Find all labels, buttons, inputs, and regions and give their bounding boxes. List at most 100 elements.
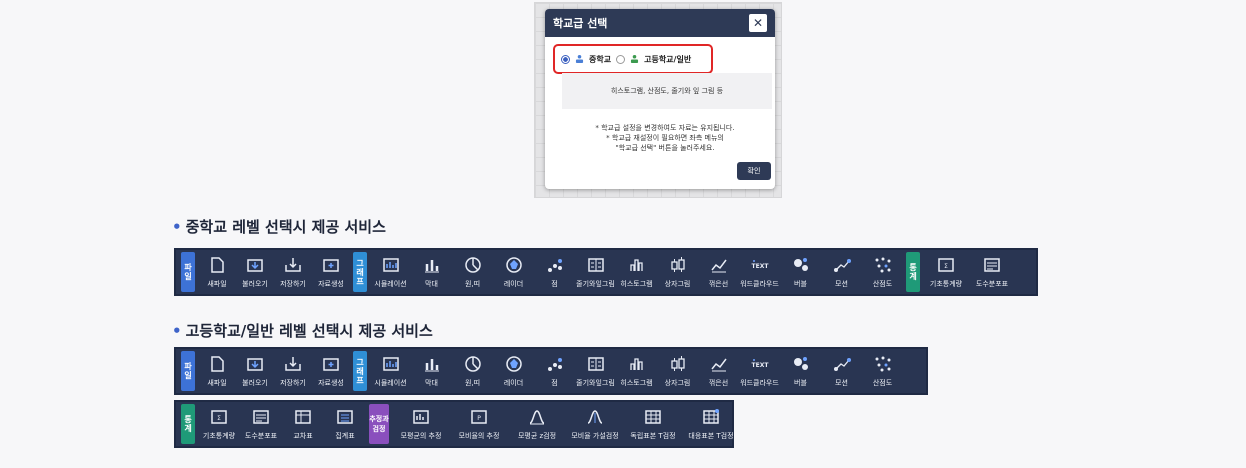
tool-icon xyxy=(323,357,339,371)
tool-graph-9[interactable]: TEXT 워드클라우드 xyxy=(739,250,780,294)
tool-file-1[interactable]: 불러오기 xyxy=(236,349,274,393)
tool-icon xyxy=(875,356,890,371)
tool-icon: TEXT xyxy=(751,358,769,369)
tool-icon xyxy=(645,409,661,424)
tool-est-5[interactable]: 대응표본 T검정 xyxy=(682,402,740,446)
tool-icon xyxy=(793,257,808,271)
tool-graph-2[interactable]: 원,띠 xyxy=(452,349,493,393)
tool-graph-0[interactable]: 시뮬레이션 xyxy=(370,349,411,393)
tool-stat-0[interactable]: Σ 기초통계량 xyxy=(198,402,240,446)
tool-icon xyxy=(833,258,851,272)
tool-graph-11[interactable]: 모션 xyxy=(821,250,862,294)
group-tag-est: 추정과검정 xyxy=(369,404,389,444)
tool-label: 교차표 xyxy=(293,431,313,440)
radio-middle-school[interactable] xyxy=(561,54,570,64)
tool-stat-1[interactable]: 도수분포표 xyxy=(969,250,1015,294)
tool-graph-8[interactable]: 꺾은선 xyxy=(698,349,739,393)
tool-stat-3[interactable]: 집계표 xyxy=(324,402,366,446)
blue-person-icon xyxy=(575,55,584,63)
tool-label: 모평균의 추정 xyxy=(400,431,442,440)
tool-file-0[interactable]: 새파일 xyxy=(198,349,236,393)
toolbar-group-graph: 그래프 시뮬레이션 막대 원,띠 레이더 점 줄기와잎그림 히스토그램 상자그림 꺾은선 TEXT 워… xyxy=(350,349,903,393)
toolbar-high: 파일 새파일 불러오기 저장하기 자료생성 그래프 시뮬레이션 막대 원,띠 레이더 점 줄기와잎그림… xyxy=(174,347,928,395)
tool-graph-3[interactable]: 레이더 xyxy=(493,349,534,393)
tool-stat-2[interactable]: 교차표 xyxy=(282,402,324,446)
tool-icon xyxy=(285,356,301,371)
tool-graph-4[interactable]: 점 xyxy=(534,250,575,294)
tool-icon xyxy=(703,408,719,424)
toolbar-high-stats: 통계 Σ 기초통계량 도수분포표 교차표 집계표 추정과검정 모평균의 추정 P 모비율의 추정 모… xyxy=(174,400,734,448)
tool-label: 시뮬레이션 xyxy=(374,279,407,288)
tool-graph-11[interactable]: 모션 xyxy=(821,349,862,393)
tool-graph-8[interactable]: 꺾은선 xyxy=(698,250,739,294)
tool-label: 모평균 z검정 xyxy=(517,431,557,440)
tool-icon: TEXT xyxy=(751,259,769,270)
tool-est-4[interactable]: 독립표본 T검정 xyxy=(624,402,682,446)
tool-icon: P xyxy=(471,409,487,424)
tool-icon xyxy=(295,409,311,424)
tool-file-2[interactable]: 저장하기 xyxy=(274,349,312,393)
tool-icon xyxy=(587,356,604,371)
tool-label: 워드클라우드 xyxy=(740,279,779,288)
tool-icon: Σ xyxy=(938,257,954,272)
tool-graph-10[interactable]: 버블 xyxy=(780,250,821,294)
tool-file-0[interactable]: 새파일 xyxy=(198,250,236,294)
tool-label: 모비율의 추정 xyxy=(458,431,500,440)
tool-graph-2[interactable]: 원,띠 xyxy=(452,250,493,294)
tool-graph-12[interactable]: 산점도 xyxy=(862,349,903,393)
tool-est-1[interactable]: P 모비율의 추정 xyxy=(450,402,508,446)
tool-file-2[interactable]: 저장하기 xyxy=(274,250,312,294)
tool-graph-9[interactable]: TEXT 워드클라우드 xyxy=(739,349,780,393)
tool-graph-0[interactable]: 시뮬레이션 xyxy=(370,250,411,294)
tool-icon xyxy=(505,256,522,273)
tool-est-2[interactable]: 모평균 z검정 xyxy=(508,402,566,446)
svg-text:Σ: Σ xyxy=(217,415,221,422)
tool-graph-7[interactable]: 상자그림 xyxy=(657,250,698,294)
tool-label: 원,띠 xyxy=(464,279,481,288)
tool-graph-1[interactable]: 막대 xyxy=(411,250,452,294)
tool-graph-6[interactable]: 히스토그램 xyxy=(616,250,657,294)
ok-button[interactable]: 확인 xyxy=(737,162,771,180)
tool-graph-5[interactable]: 줄기와잎그림 xyxy=(575,349,616,393)
svg-text:Σ: Σ xyxy=(944,263,948,270)
tool-graph-10[interactable]: 버블 xyxy=(780,349,821,393)
close-icon[interactable]: ✕ xyxy=(749,14,767,32)
tool-stat-0[interactable]: Σ 기초통계량 xyxy=(923,250,969,294)
tool-label: 워드클라우드 xyxy=(740,378,779,387)
note-line: * 학교급 재설정이 필요하면 좌측 메뉴의 xyxy=(606,134,724,142)
tool-graph-3[interactable]: 레이더 xyxy=(493,250,534,294)
tool-label: 막대 xyxy=(425,279,438,288)
option-label-high-school[interactable]: 고등학교/일반 xyxy=(644,54,691,65)
level-description: 히스토그램, 산점도, 줄기와 잎 그림 등 xyxy=(562,73,772,109)
tool-label: 기초통계량 xyxy=(202,431,236,440)
tool-graph-12[interactable]: 산점도 xyxy=(862,250,903,294)
tool-icon xyxy=(529,409,545,424)
tool-est-0[interactable]: 모평균의 추정 xyxy=(392,402,450,446)
tool-graph-7[interactable]: 상자그림 xyxy=(657,349,698,393)
tool-icon xyxy=(629,258,643,271)
tool-graph-1[interactable]: 막대 xyxy=(411,349,452,393)
tool-icon xyxy=(424,259,439,272)
tool-label: 대응표본 T검정 xyxy=(688,431,734,440)
tool-icon xyxy=(710,358,727,371)
tool-stat-1[interactable]: 도수분포표 xyxy=(240,402,282,446)
tool-label: 모션 xyxy=(835,378,848,387)
tool-icon xyxy=(629,357,643,370)
tool-est-3[interactable]: 모비율 가설검정 xyxy=(566,402,624,446)
tool-icon xyxy=(670,355,685,371)
tool-file-3[interactable]: 자료생성 xyxy=(312,349,350,393)
tool-label: 도수분포표 xyxy=(975,279,1009,288)
tool-graph-4[interactable]: 점 xyxy=(534,349,575,393)
option-label-middle-school[interactable]: 중학교 xyxy=(589,54,611,65)
toolbar-group-file: 파일 새파일 불러오기 저장하기 자료생성 xyxy=(178,250,350,294)
tool-file-3[interactable]: 자료생성 xyxy=(312,250,350,294)
tool-graph-5[interactable]: 줄기와잎그림 xyxy=(575,250,616,294)
tool-graph-6[interactable]: 히스토그램 xyxy=(616,349,657,393)
tool-icon xyxy=(337,409,353,424)
radio-high-school[interactable] xyxy=(616,54,626,64)
tool-icon xyxy=(323,258,339,272)
tool-icon xyxy=(793,356,808,370)
tool-icon xyxy=(285,257,301,272)
tool-file-1[interactable]: 불러오기 xyxy=(236,250,274,294)
group-tag-file: 파일 xyxy=(181,351,195,391)
